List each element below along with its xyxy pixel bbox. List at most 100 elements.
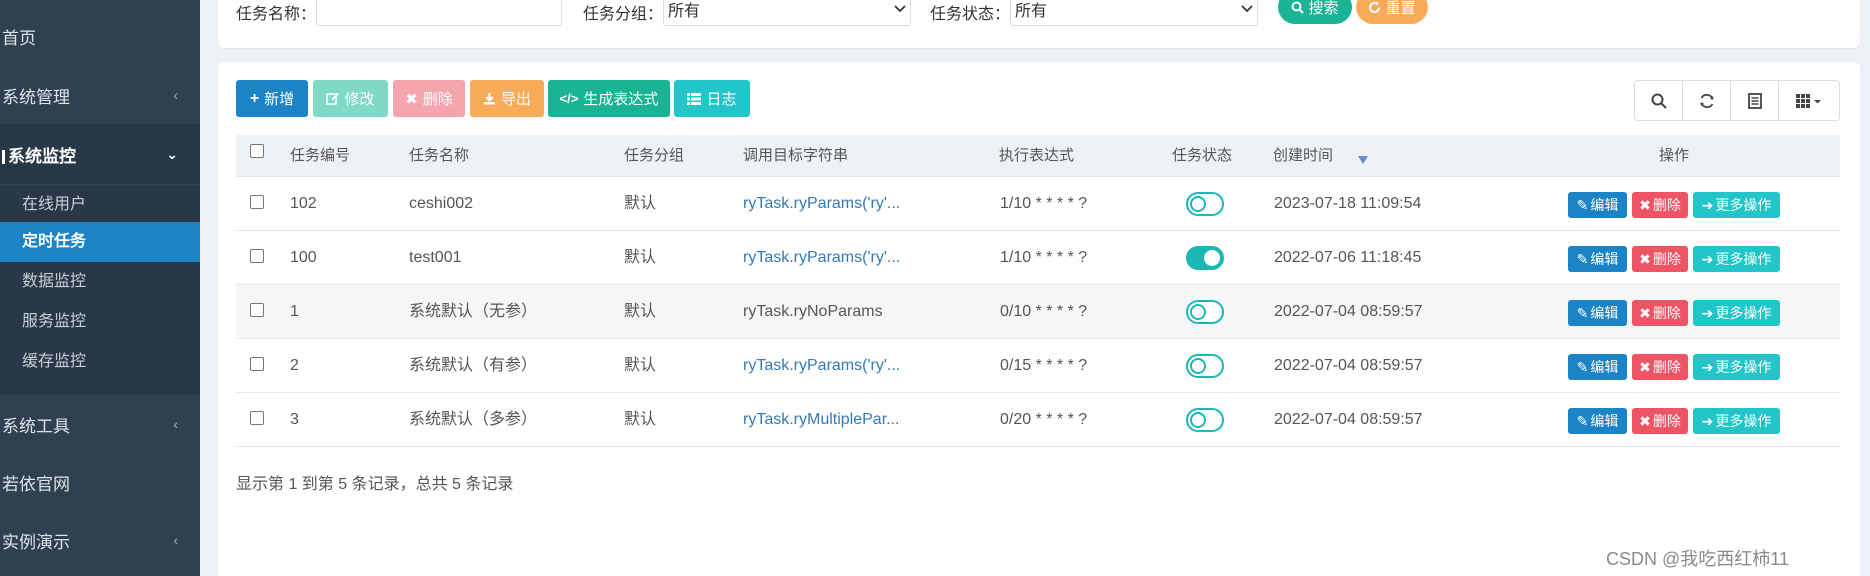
row-edit-button[interactable]: ✎ 编辑 (1568, 246, 1627, 272)
status-toggle[interactable] (1186, 192, 1224, 216)
close-icon: ✖ (1639, 250, 1651, 267)
cell-name: 系统默认（无参） (409, 303, 538, 320)
cell-target-link[interactable]: ryTask.ryParams('ry'... (743, 177, 900, 231)
refresh-icon (1700, 93, 1713, 108)
task-name-input[interactable] (316, 0, 562, 26)
status-toggle[interactable] (1186, 300, 1224, 324)
cell-id: 100 (290, 249, 317, 266)
cell-cron: 1/10 * * * * ? (1000, 249, 1088, 266)
sidebar-item-system-monitor[interactable]: 系统监控 ⌄ (0, 124, 200, 184)
edit-button[interactable]: 修改 (313, 80, 388, 117)
edit-button-label: 修改 (344, 91, 375, 108)
cell-group: 默认 (624, 357, 657, 374)
search-button[interactable]: 搜索 (1278, 0, 1352, 24)
cell-target-link[interactable]: ryTask.ryParams('ry'... (743, 339, 900, 393)
submenu-item-cache-monitor[interactable]: 缓存监控 (0, 342, 200, 382)
cell-target: ryTask.ryNoParams (743, 303, 883, 320)
table-card-view-button[interactable] (1731, 81, 1779, 120)
log-button-label: 日志 (706, 91, 737, 108)
table-row[interactable]: 100 test001 默认 ryTask.ryParams('ry'... 1… (236, 231, 1840, 285)
submenu-item-online-users[interactable]: 在线用户 (0, 185, 200, 225)
row-more-button[interactable]: ➔ 更多操作 (1693, 408, 1780, 434)
generate-cron-button[interactable]: </> 生成表达式 (548, 80, 670, 117)
table-row[interactable]: 2 系统默认（有参） 默认 ryTask.ryParams('ry'... 0/… (236, 339, 1840, 393)
search-button-label: 搜索 (1308, 0, 1339, 17)
row-checkbox[interactable] (250, 303, 264, 317)
sidebar-item-label: 系统管理 (2, 87, 70, 107)
row-delete-label: 删除 (1652, 359, 1681, 375)
refresh-icon (1369, 1, 1381, 13)
status-toggle[interactable] (1186, 246, 1224, 270)
task-status-select[interactable]: 所有 (1010, 0, 1258, 26)
row-checkbox[interactable] (250, 357, 264, 371)
cell-target-link[interactable]: ryTask.ryMultiplePar... (743, 393, 899, 447)
log-button[interactable]: 日志 (674, 80, 750, 117)
cell-group: 默认 (624, 249, 657, 266)
chevron-down-icon: ⌄ (166, 145, 178, 162)
toggle-knob (1190, 412, 1206, 428)
select-all-checkbox[interactable] (250, 144, 264, 158)
sort-desc-icon[interactable] (1357, 155, 1369, 165)
search-icon (1651, 93, 1667, 109)
row-edit-button[interactable]: ✎ 编辑 (1568, 192, 1627, 218)
task-group-select[interactable]: 所有 (663, 0, 911, 26)
row-edit-button[interactable]: ✎ 编辑 (1568, 354, 1627, 380)
submenu-item-data-monitor[interactable]: 数据监控 (0, 262, 200, 302)
reset-button[interactable]: 重置 (1356, 0, 1428, 24)
chevron-circle-icon: ➔ (1701, 196, 1714, 213)
row-more-button[interactable]: ➔ 更多操作 (1693, 192, 1780, 218)
reset-button-label: 重置 (1385, 0, 1416, 17)
row-delete-label: 删除 (1652, 305, 1681, 321)
row-edit-button[interactable]: ✎ 编辑 (1568, 300, 1627, 326)
row-delete-button[interactable]: ✖ 删除 (1632, 354, 1688, 380)
sidebar-item-demos[interactable]: 实例演示 ‹ (0, 520, 200, 560)
toggle-knob (1204, 250, 1220, 266)
row-more-button[interactable]: ➔ 更多操作 (1693, 300, 1780, 326)
column-header-actions: 操作 (1659, 147, 1690, 164)
column-header-name[interactable]: 任务名称 (409, 135, 469, 177)
column-header-group[interactable]: 任务分组 (624, 135, 684, 177)
row-edit-label: 编辑 (1590, 251, 1619, 267)
column-header-id[interactable]: 任务编号 (290, 135, 350, 177)
column-header-status[interactable]: 任务状态 (1172, 135, 1232, 177)
table-row[interactable]: 3 系统默认（多参） 默认 ryTask.ryMultiplePar... 0/… (236, 393, 1840, 447)
column-header-created[interactable]: 创建时间 (1273, 135, 1333, 177)
row-checkbox[interactable] (250, 195, 264, 209)
status-toggle[interactable] (1186, 354, 1224, 378)
row-checkbox[interactable] (250, 249, 264, 263)
row-more-button[interactable]: ➔ 更多操作 (1693, 246, 1780, 272)
sidebar-item-label: 实例演示 (2, 532, 70, 552)
row-delete-button[interactable]: ✖ 删除 (1632, 246, 1688, 272)
delete-button[interactable]: ✖ 删除 (393, 80, 465, 117)
row-edit-button[interactable]: ✎ 编辑 (1568, 408, 1627, 434)
table-row[interactable]: 102 ceshi002 默认 ryTask.ryParams('ry'... … (236, 177, 1840, 231)
cell-cron: 0/15 * * * * ? (1000, 357, 1088, 374)
cell-cron: 0/10 * * * * ? (1000, 303, 1088, 320)
task-group-value: 所有 (668, 3, 701, 20)
status-toggle[interactable] (1186, 408, 1224, 432)
sidebar-item-home[interactable]: 首页 (0, 16, 200, 56)
row-delete-button[interactable]: ✖ 删除 (1632, 300, 1688, 326)
submenu-item-scheduled-tasks[interactable]: 定时任务 (0, 222, 200, 262)
row-delete-button[interactable]: ✖ 删除 (1632, 408, 1688, 434)
code-icon: </> (559, 91, 579, 106)
sidebar-item-system-tools[interactable]: 系统工具 ‹ (0, 404, 200, 444)
add-button[interactable]: + 新增 (236, 80, 308, 117)
sidebar-item-official-site[interactable]: 若依官网 (0, 462, 200, 502)
close-icon: ✖ (1639, 412, 1651, 429)
cell-target-link[interactable]: ryTask.ryParams('ry'... (743, 231, 900, 285)
toggle-knob (1190, 196, 1206, 212)
columns-grid-icon (1796, 93, 1821, 108)
row-delete-button[interactable]: ✖ 删除 (1632, 192, 1688, 218)
row-more-button[interactable]: ➔ 更多操作 (1693, 354, 1780, 380)
table-search-button[interactable] (1635, 81, 1683, 120)
row-checkbox[interactable] (250, 411, 264, 425)
table-columns-button[interactable] (1779, 81, 1839, 120)
column-header-target[interactable]: 调用目标字符串 (743, 135, 848, 177)
submenu-item-server-monitor[interactable]: 服务监控 (0, 302, 200, 342)
column-header-cron[interactable]: 执行表达式 (999, 135, 1074, 177)
sidebar-item-system-management[interactable]: 系统管理 ‹ (0, 75, 200, 115)
export-button[interactable]: 导出 (470, 80, 544, 117)
table-refresh-button[interactable] (1683, 81, 1731, 120)
table-row[interactable]: 1 系统默认（无参） 默认 ryTask.ryNoParams 0/10 * *… (236, 285, 1840, 339)
